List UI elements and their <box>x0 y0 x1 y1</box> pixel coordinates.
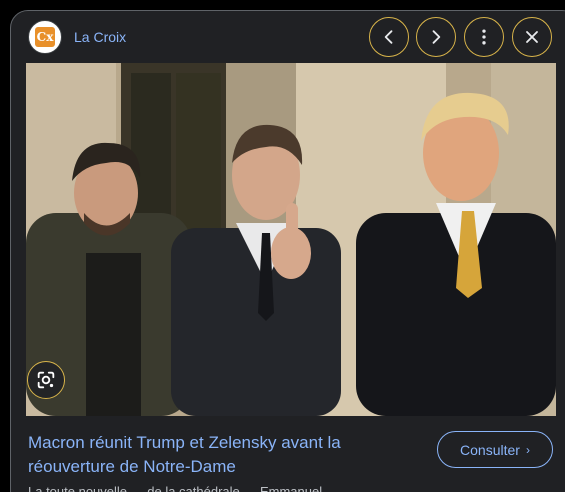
preview-header: Cx La Croix <box>11 11 565 63</box>
source-logo[interactable]: Cx <box>28 20 62 54</box>
source-name[interactable]: La Croix <box>74 29 126 45</box>
close-icon <box>526 31 538 43</box>
close-button[interactable] <box>512 17 552 57</box>
more-options-button[interactable] <box>464 17 504 57</box>
preview-image[interactable] <box>26 63 556 416</box>
la-croix-logo-icon: Cx <box>35 27 55 47</box>
chevron-left-icon <box>384 30 393 44</box>
more-vert-icon <box>482 29 486 45</box>
result-preview-panel: Cx La Croix Macron réunit Trump et Zelen… <box>10 10 565 492</box>
consult-button[interactable]: Consulter › <box>437 431 553 468</box>
article-headline[interactable]: Macron réunit Trump et Zelensky avant la… <box>28 431 408 479</box>
chevron-right-icon <box>432 30 441 44</box>
photo-illustration <box>26 63 556 416</box>
article-snippet: La toute nouvelle … de la cathédrale … E… <box>28 484 323 492</box>
next-button[interactable] <box>416 17 456 57</box>
chevron-right-icon: › <box>525 442 530 457</box>
google-lens-button[interactable] <box>27 361 65 399</box>
google-lens-icon <box>37 371 55 389</box>
consult-button-label: Consulter <box>460 441 520 458</box>
previous-button[interactable] <box>369 17 409 57</box>
